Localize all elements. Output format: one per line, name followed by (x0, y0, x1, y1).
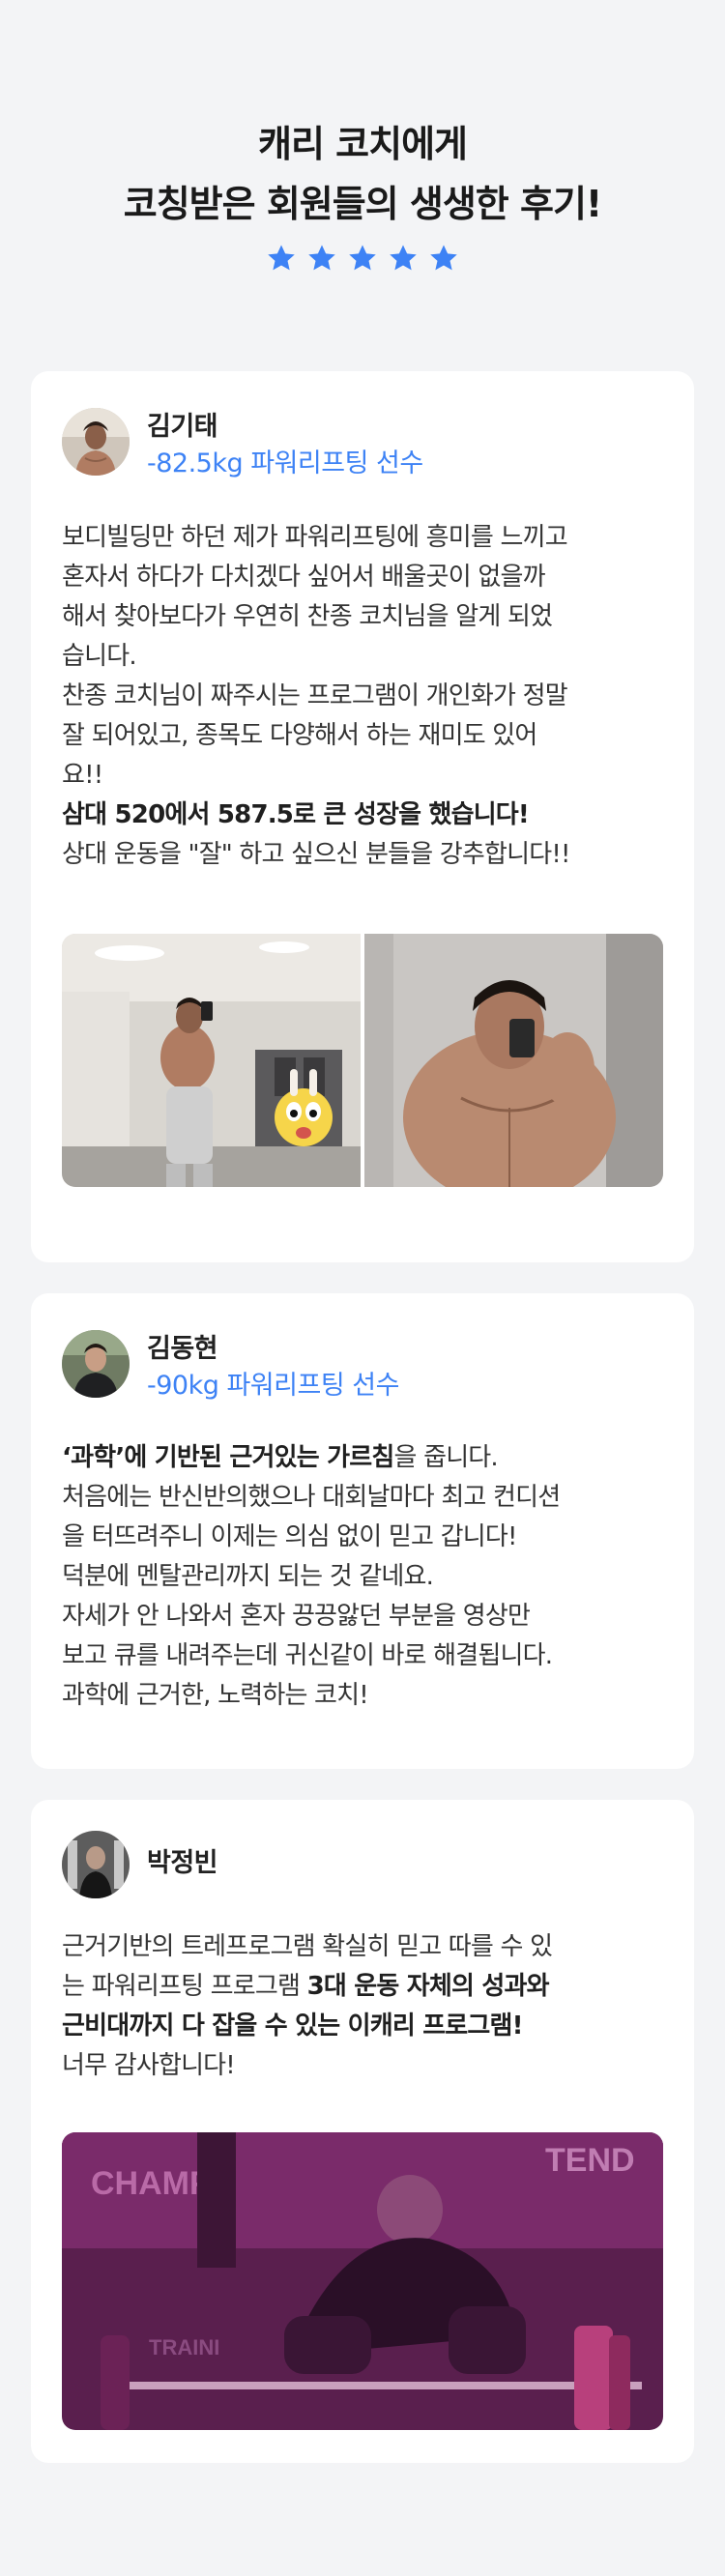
review-photos (62, 934, 663, 1187)
star-icon (427, 242, 460, 275)
review-highlight: ‘과학’에 기반된 근거있는 가르침 (62, 1443, 394, 1472)
reviewer-name: 박정빈 (147, 1848, 218, 1878)
photo-text-3: TRAINI (149, 2335, 219, 2359)
rating-stars (0, 242, 725, 280)
review-line: 습니다. (62, 642, 137, 671)
review-line: 요!! (62, 761, 103, 790)
review-line: 덕분에 멘탈관리까지 되는 것 같네요. (62, 1562, 434, 1591)
review-highlight: 3대 운동 자체의 성과와 (306, 1972, 550, 2001)
reviewer-role: -82.5kg 파워리프팅 선수 (147, 449, 423, 478)
reviewer-name: 김기태 (147, 412, 218, 442)
star-icon (305, 242, 338, 275)
review-line: 혼자서 하다가 다치겠다 싶어서 배울곳이 없을까 (62, 563, 546, 592)
review-highlight: 삼대 520에서 587.5로 큰 성장을 했습니다! (62, 800, 530, 829)
reviewer-role: -90kg 파워리프팅 선수 (147, 1371, 399, 1401)
photo-text-2: TEND (545, 2142, 635, 2179)
page-title-line-1: 캐리 코치에게 (258, 123, 468, 165)
review-line: 해서 찾아보다가 우연히 찬종 코치님을 알게 되었 (62, 602, 553, 631)
review-line: 과학에 근거한, 노력하는 코치! (62, 1681, 369, 1710)
review-line: 너무 감사합니다! (62, 2051, 236, 2080)
review-line: 잘 되어있고, 종목도 다양해서 하는 재미도 있어 (62, 721, 537, 750)
review-line: 보디빌딩만 하던 제가 파워리프팅에 흥미를 느끼고 (62, 523, 568, 552)
review-line: 는 파워리프팅 프로그램 (62, 1972, 307, 2001)
reviewer-info: 김기태 -82.5kg 파워리프팅 선수 (62, 408, 423, 483)
review-line: 보고 큐를 내려주는데 귀신같이 바로 해결됩니다. (62, 1641, 553, 1670)
review-line: 을 줍니다. (393, 1443, 498, 1472)
review-photo-left (62, 934, 361, 1187)
star-icon (387, 242, 420, 275)
review-line: 근거기반의 트레프로그램 확실히 믿고 따를 수 있 (62, 1932, 553, 1961)
avatar (62, 1330, 130, 1398)
star-icon (346, 242, 379, 275)
review-line: 을 터뜨려주니 이제는 의심 없이 믿고 갑니다! (62, 1522, 517, 1551)
review-line: 찬종 코치님이 짜주시는 프로그램이 개인화가 정말 (62, 681, 568, 710)
review-photo: CHAMPI TEND TRAINI (62, 2132, 663, 2430)
review-line: 처음에는 반신반의했으나 대회날마다 최고 컨디션 (62, 1483, 561, 1512)
review-line: 자세가 안 나와서 혼자 끙끙앓던 부분을 영상만 (62, 1602, 531, 1631)
review-line: 상대 운동을 "잘" 하고 싶으신 분들을 강추합니다!! (62, 840, 570, 869)
reviewer-info: 김동현 -90kg 파워리프팅 선수 (62, 1330, 399, 1405)
review-card-3: 박정빈 근거기반의 트레프로그램 확실히 믿고 따를 수 있 는 파워리프팅 프… (31, 1800, 694, 2463)
review-card-1: 김기태 -82.5kg 파워리프팅 선수 보디빌딩만 하던 제가 파워리프팅에 … (31, 371, 694, 1262)
page-title-line-2: 코칭받은 회원들의 생생한 후기! (123, 183, 603, 225)
review-text: 보디빌딩만 하던 제가 파워리프팅에 흥미를 느끼고 혼자서 하다가 다치겠다 … (62, 518, 667, 875)
avatar (62, 1831, 130, 1898)
star-icon (265, 242, 298, 275)
avatar (62, 408, 130, 476)
review-card-2: 김동현 -90kg 파워리프팅 선수 ‘과학’에 기반된 근거있는 가르침을 줍… (31, 1293, 694, 1769)
review-header: 캐리 코치에게 코칭받은 회원들의 생생한 후기! (0, 114, 725, 280)
review-text: ‘과학’에 기반된 근거있는 가르침을 줍니다. 처음에는 반신반의했으나 대회… (62, 1438, 667, 1716)
review-photo-right (364, 934, 663, 1187)
reviewer-info: 박정빈 (62, 1831, 218, 1898)
review-text: 근거기반의 트레프로그램 확실히 믿고 따를 수 있 는 파워리프팅 프로그램 … (62, 1927, 667, 2086)
reviewer-name: 김동현 (147, 1334, 218, 1364)
review-highlight: 근비대까지 다 잡을 수 있는 이캐리 프로그램! (62, 2012, 524, 2041)
